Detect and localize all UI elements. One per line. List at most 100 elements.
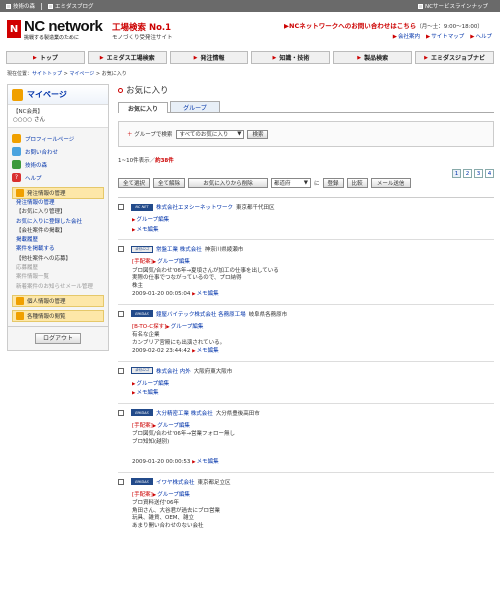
nav-factory-search[interactable]: ▶ エミダス工場検索 xyxy=(87,51,167,64)
company-address: 岐阜県各務原市 xyxy=(248,311,288,318)
sidebar-sub-post-new[interactable]: 案件を掲載する xyxy=(16,245,100,254)
company-address: 東京都足立区 xyxy=(197,479,231,486)
nav-products[interactable]: ▶ 製品検索 xyxy=(333,51,413,64)
group-search-button[interactable]: 検索 xyxy=(247,129,269,139)
breadcrumb-item-mypage[interactable]: マイページ xyxy=(69,71,94,77)
company-name-link[interactable]: 常盤工業 株式会社 xyxy=(156,245,202,253)
clear-all-button[interactable]: 全て解除 xyxy=(153,178,186,188)
action-bar: 全て選択 全て解除 お気に入りから削除 都道府 ▼ に 登録 比較 メール送信 xyxy=(118,177,494,189)
memo-tag: [B-TO-C探す] xyxy=(132,323,167,330)
company-logo: 会社ロゴ xyxy=(131,367,153,374)
memo-edit-link[interactable]: メモ編集 xyxy=(197,291,219,297)
topbar-link-blog[interactable]: エミダスブログ xyxy=(48,2,94,10)
sidebar-sub-mail-settings[interactable]: 新着案件のお知らせメール管理 xyxy=(16,283,100,292)
company-name-link[interactable]: 株式会社 内外 xyxy=(156,367,191,375)
nav-orders[interactable]: ▶ 発注情報 xyxy=(169,51,249,64)
top-strip: 技術の森 エミダスブログ NCサービスラインナップ xyxy=(0,0,500,12)
triangle-icon: ▶ xyxy=(132,391,136,396)
group-edit-link[interactable]: グループ編集 xyxy=(157,259,190,265)
memo-edit-link[interactable]: メモ編集 xyxy=(197,348,219,354)
register-button[interactable]: 登録 xyxy=(322,178,344,188)
sidebar-item-help[interactable]: ? ヘルプ xyxy=(12,171,104,184)
memo-edit-link[interactable]: メモ編集 xyxy=(136,227,158,233)
compare-button[interactable]: 比較 xyxy=(346,178,368,188)
page-3[interactable]: 3 xyxy=(474,169,483,178)
item-checkbox[interactable] xyxy=(118,367,124,374)
chevron-down-icon: ▼ xyxy=(237,131,242,137)
prefecture-select[interactable]: 都道府 ▼ xyxy=(271,178,312,188)
memo-edit-link[interactable]: メモ編集 xyxy=(136,390,158,396)
sidebar-title[interactable]: マイページ xyxy=(8,85,108,105)
sidebar-sub-apply-history[interactable]: 応募履歴 xyxy=(16,264,100,273)
person-icon xyxy=(16,296,24,305)
triangle-icon: ▶ xyxy=(132,227,136,233)
logo-subtitle: 挑戦する製造業のために xyxy=(24,35,80,41)
tab-bar: お気に入り グループ xyxy=(118,101,494,113)
section-personal[interactable]: 個人情報の管理 xyxy=(12,294,104,307)
item-checkbox[interactable] xyxy=(118,204,124,210)
contact-link[interactable]: ▶NCネットワークへのお問い合わせはこちら（月〜土：9:00〜18:00） xyxy=(284,20,483,30)
section-browse[interactable]: 各種情報の閲覧 xyxy=(12,309,104,322)
global-nav: ▶ トップ ▶ エミダス工場検索 ▶ 発注情報 ▶ 知識・技術 ▶ 製品検索 ▶ エミダスジ… xyxy=(6,51,494,64)
site-logo[interactable]: N NC network 挑戦する製造業のために xyxy=(7,18,105,44)
header-link-help[interactable]: ▶ヘルプ xyxy=(470,32,492,40)
triangle-icon: ▶ xyxy=(192,292,196,297)
triangle-icon: ▶ xyxy=(132,218,136,223)
company-name-link[interactable]: 鐘屋バイテック株式会社 各務原工場 xyxy=(156,310,246,318)
group-edit-link[interactable]: グループ編集 xyxy=(136,217,169,223)
sidebar: マイページ 【NC会員】 ○○○○ さん プロフィールページ お問い合わせ 技術… xyxy=(7,84,109,351)
company-name-link[interactable]: 株式会社エヌシーネットワーク xyxy=(156,203,233,211)
item-checkbox[interactable] xyxy=(118,478,124,485)
item-checkbox[interactable] xyxy=(118,246,124,252)
divider xyxy=(41,2,43,10)
item-checkbox[interactable] xyxy=(118,409,124,416)
page-2[interactable]: 2 xyxy=(463,169,472,178)
nav-knowledge[interactable]: ▶ 知識・技術 xyxy=(251,51,331,64)
memo-date: 2009-01-20 00:05:04 xyxy=(132,291,191,297)
memo-date: 2009-02-02 23:44:42 xyxy=(132,348,191,354)
sidebar-item-forest[interactable]: 技術の森 xyxy=(12,158,104,171)
sidebar-sub-fav-companies[interactable]: お気に入りに登録した会社 xyxy=(16,218,100,227)
memo-line: ブロ図気/合わせ'06年→夏頃さんが加工の仕事を出している xyxy=(132,267,279,274)
group-edit-link[interactable]: グループ編集 xyxy=(157,423,190,429)
topbar-link-forest[interactable]: 技術の森 xyxy=(6,2,35,10)
select-all-button[interactable]: 全て選択 xyxy=(118,178,151,188)
memo-line: ブロ資料送付'06年 xyxy=(132,500,180,506)
send-mail-button[interactable]: メール送信 xyxy=(370,178,411,188)
nav-top[interactable]: ▶ トップ xyxy=(6,51,85,64)
sidebar-sub-order-manage[interactable]: 発注情報の管理 xyxy=(16,199,100,208)
group-edit-link[interactable]: グループ編集 xyxy=(136,381,169,387)
sidebar-item-contact[interactable]: お問い合わせ xyxy=(12,145,104,158)
group-edit-link[interactable]: グループ編集 xyxy=(157,492,190,498)
group-edit-link[interactable]: グループ編集 xyxy=(171,324,204,330)
sidebar-sub-case-list[interactable]: 案件情報一覧 xyxy=(16,273,100,282)
delete-favorite-button[interactable]: お気に入りから削除 xyxy=(188,178,269,188)
page-4[interactable]: 4 xyxy=(485,169,494,178)
header-links: ▶会社案内 ▶サイトマップ ▶ヘルプ xyxy=(393,32,492,40)
company-address: 東京都千代田区 xyxy=(236,205,275,211)
topbar-link-services[interactable]: NCサービスラインナップ xyxy=(418,2,488,10)
company-name-link[interactable]: 大分精密工業 株式会社 xyxy=(156,409,213,417)
folder-icon xyxy=(16,189,24,197)
header-link-sitemap[interactable]: ▶サイトマップ xyxy=(426,32,464,40)
tab-favorites[interactable]: お気に入り xyxy=(118,102,168,113)
nav-jobnavi[interactable]: ▶ エミダスジョブナビ xyxy=(415,51,494,64)
memo-edit-link[interactable]: メモ編集 xyxy=(197,459,219,465)
user-icon xyxy=(12,88,23,101)
list-item: EMIDAS 大分精密工業 株式会社 大分県豊後高田市 [手配案]▶グループ編集… xyxy=(118,404,494,473)
header-link-company[interactable]: ▶会社案内 xyxy=(393,32,420,40)
sidebar-sub-post-history[interactable]: 掲載履歴 xyxy=(16,236,100,245)
company-name-link[interactable]: イワヤ株式会社 xyxy=(156,478,195,486)
company-logo: EMIDAS xyxy=(131,310,153,317)
group-select[interactable]: すべてのお気に入り ▼ xyxy=(176,129,245,139)
tab-groups[interactable]: グループ xyxy=(170,101,220,112)
triangle-icon: ▶ xyxy=(192,349,196,354)
page-1[interactable]: 1 xyxy=(452,169,461,178)
logout-button[interactable]: ログアウト xyxy=(35,332,81,344)
item-checkbox[interactable] xyxy=(118,310,124,317)
breadcrumb: 現在位置：サイトトップ > マイページ > お気に入り xyxy=(7,71,127,77)
section-orders[interactable]: 発注情報の管理 xyxy=(12,187,104,199)
tree-icon xyxy=(12,160,21,169)
breadcrumb-item-top[interactable]: サイトトップ xyxy=(32,71,62,77)
sidebar-item-profile[interactable]: プロフィールページ xyxy=(12,132,104,145)
